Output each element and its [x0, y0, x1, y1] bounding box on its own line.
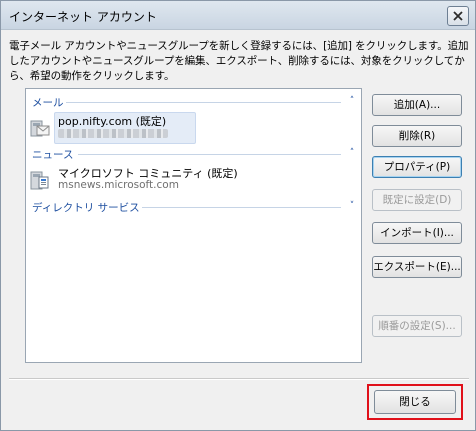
account-item-mail[interactable]: pop.nifty.com (既定) [30, 112, 350, 144]
add-button[interactable]: 追加(A)... [372, 94, 462, 116]
group-divider [78, 154, 341, 155]
title-bar[interactable]: インターネット アカウント [1, 1, 475, 30]
properties-button[interactable]: プロパティ(P) [372, 156, 462, 178]
group-header-directory[interactable]: ディレクトリ サービス ˅ [32, 200, 357, 214]
group-divider [66, 102, 341, 103]
internet-accounts-dialog: インターネット アカウント 電子メール アカウントやニュースグループを新しく登録… [0, 0, 476, 431]
divider [9, 378, 469, 380]
chevron-up-icon[interactable]: ˄ [347, 95, 357, 107]
chevron-up-icon[interactable]: ˄ [347, 147, 357, 159]
mail-account-icon [30, 120, 50, 137]
account-server-redacted [58, 129, 168, 138]
account-server: msnews.microsoft.com [58, 179, 179, 191]
window-title: インターネット アカウント [9, 10, 157, 24]
group-header-mail[interactable]: メール ˄ [32, 95, 357, 109]
group-divider [142, 207, 341, 208]
group-label-directory: ディレクトリ サービス [32, 202, 140, 214]
window-close-button[interactable] [447, 6, 469, 26]
accounts-list[interactable]: メール ˄ pop.nifty.com (既定) ニュース ˄ マイクロソフト … [25, 88, 362, 363]
close-button[interactable]: 閉じる [374, 390, 456, 414]
chevron-down-icon[interactable]: ˅ [347, 200, 357, 212]
group-label-news: ニュース [32, 149, 74, 161]
instructions-text: 電子メール アカウントやニュースグループを新しく登録するには、[追加] をクリッ… [9, 40, 469, 82]
account-name: pop.nifty.com (既定) [58, 115, 167, 128]
set-default-button[interactable]: 既定に設定(D) [372, 189, 462, 211]
remove-button[interactable]: 削除(R) [372, 125, 462, 147]
export-button[interactable]: エクスポート(E)... [372, 256, 462, 278]
news-account-icon [30, 171, 49, 190]
group-header-news[interactable]: ニュース ˄ [32, 147, 357, 161]
close-icon [453, 11, 463, 21]
account-item-news[interactable]: マイクロソフト コミュニティ (既定) msnews.microsoft.com [30, 164, 350, 194]
set-order-button[interactable]: 順番の設定(S)... [372, 315, 462, 337]
import-button[interactable]: インポート(I)... [372, 222, 462, 244]
group-label-mail: メール [32, 97, 64, 109]
